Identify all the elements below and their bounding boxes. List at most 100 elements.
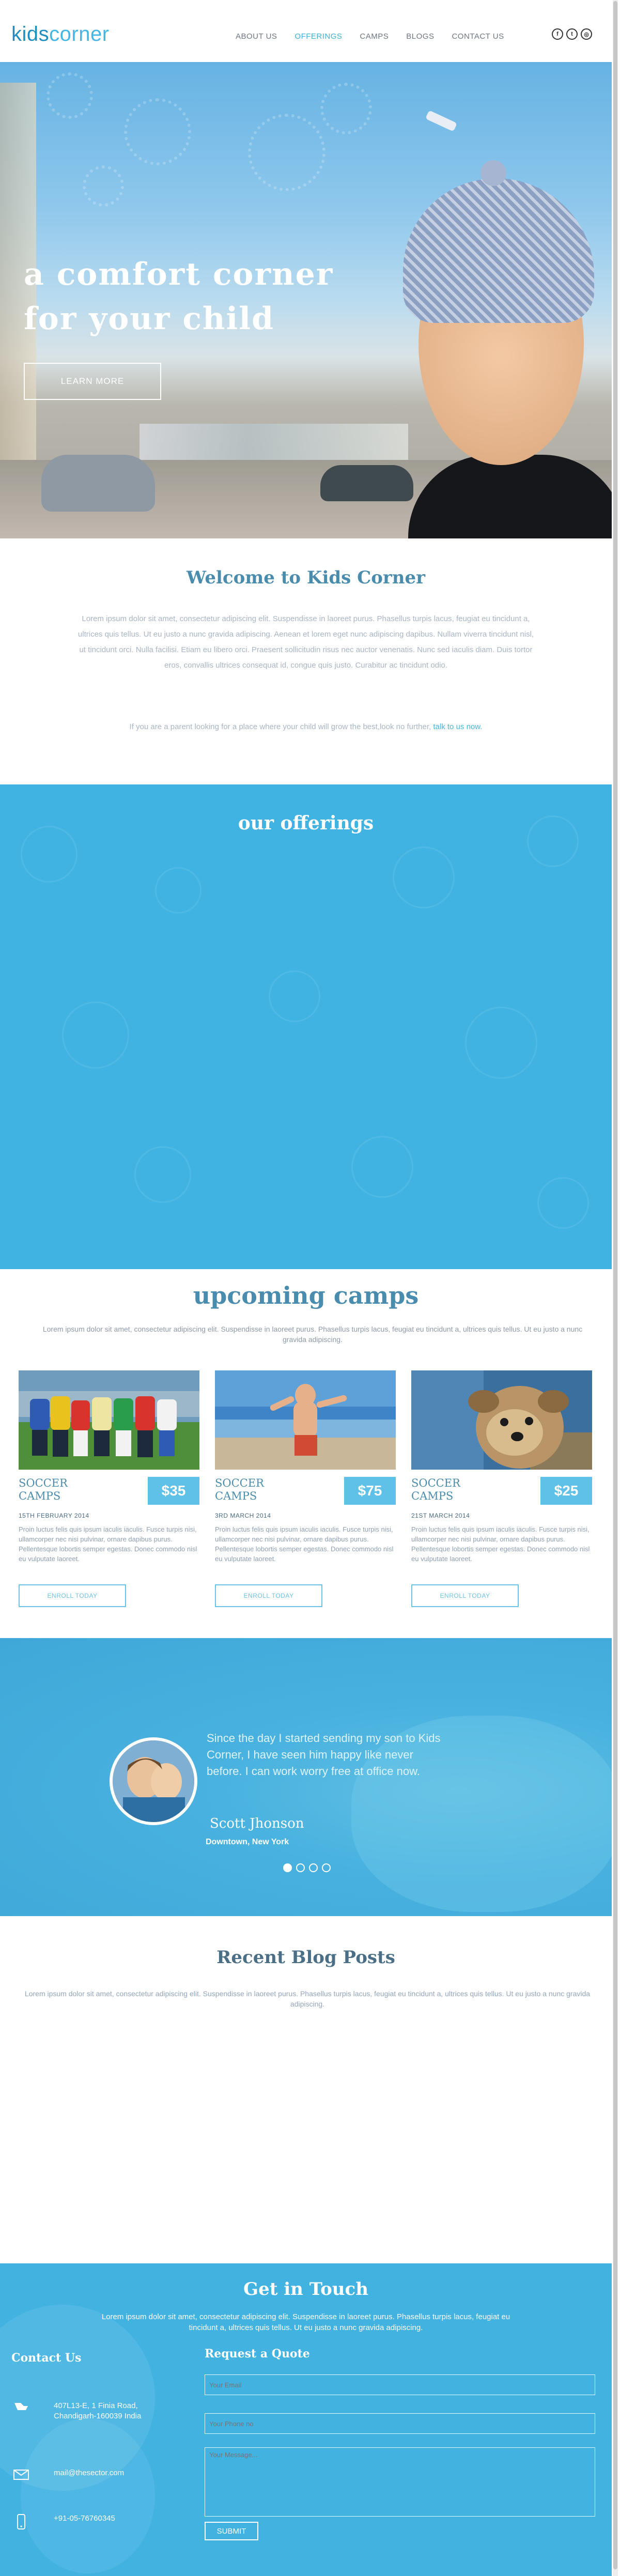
decorative-doodle-icon <box>62 1001 129 1069</box>
decorative-doodle-icon <box>269 970 320 1022</box>
camp-date: 15TH FEBRUARY 2014 <box>19 1512 89 1519</box>
social-links: f t ◎ <box>552 28 592 40</box>
contact-us-heading: Contact Us <box>11 2351 82 2365</box>
decorative-gear-icon <box>320 83 372 134</box>
contact-email: mail@thesector.com <box>11 2468 142 2484</box>
email-text[interactable]: mail@thesector.com <box>54 2468 142 2478</box>
hero-title-line-1: a comfort corner <box>24 256 334 292</box>
camp-card: SOCCER CAMPS $35 15TH FEBRUARY 2014 Proi… <box>19 1370 199 1607</box>
address-text: 407L13-E, 1 Finia Road, Chandigarh-16003… <box>54 2401 142 2420</box>
phone-field[interactable] <box>205 2413 595 2434</box>
decorative-gear-icon <box>47 72 93 119</box>
enroll-today-button[interactable]: ENROLL TODAY <box>215 1584 322 1607</box>
logo-kids-text: kids <box>11 23 50 45</box>
decorative-doodle-icon <box>351 1136 413 1198</box>
decorative-doodle-icon <box>155 867 202 914</box>
nav-blogs[interactable]: BLOGS <box>406 32 434 41</box>
slider-dot[interactable] <box>309 1863 318 1872</box>
blog-title: Recent Blog Posts <box>216 1947 395 1968</box>
contact-address: 407L13-E, 1 Finia Road, Chandigarh-16003… <box>11 2401 142 2421</box>
contact-title: Get in Touch <box>243 2279 368 2300</box>
nav-camps[interactable]: CAMPS <box>360 32 389 41</box>
decorative-doodle-icon <box>21 826 78 883</box>
camp-card: SOCCER CAMPS $75 3RD MARCH 2014 Proin lu… <box>215 1370 396 1607</box>
camp-date: 21ST MARCH 2014 <box>411 1512 470 1519</box>
testimonial-location: Downtown, New York <box>206 1838 289 1846</box>
camp-price-badge: $75 <box>344 1477 396 1505</box>
hero-car <box>41 455 155 512</box>
hero-car <box>320 465 413 501</box>
welcome-text: Lorem ipsum dolor sit amet, consectetur … <box>78 614 534 670</box>
camp-name: SOCCER CAMPS <box>19 1477 68 1502</box>
testimonial-author: Scott Jhonson <box>210 1816 304 1831</box>
hero-street-lamp <box>425 110 457 132</box>
nav-contact-us[interactable]: CONTACT US <box>452 32 504 41</box>
logo-corner-text: corner <box>49 23 110 45</box>
learn-more-button[interactable]: LEARN MORE <box>24 363 161 400</box>
contact-section: Get in Touch Lorem ipsum dolor sit amet,… <box>0 2263 612 2576</box>
camp-image-dog <box>411 1370 592 1470</box>
welcome-cta: If you are a parent looking for a place … <box>0 722 612 731</box>
testimonial-section: Since the day I started sending my son t… <box>0 1638 612 1916</box>
enroll-today-button[interactable]: ENROLL TODAY <box>411 1584 519 1607</box>
submit-button[interactable]: SUBMIT <box>205 2522 258 2540</box>
camps-title: upcoming camps <box>193 1282 419 1309</box>
testimonial-avatar <box>110 1737 197 1825</box>
offerings-section: our offerings <box>0 784 612 1269</box>
nav-about-us[interactable]: ABOUT US <box>236 32 277 41</box>
message-field[interactable] <box>205 2447 595 2517</box>
camp-description: Proin luctus felis quis ipsum iaculis ia… <box>215 1525 394 1563</box>
main-nav: ABOUT US OFFERINGS CAMPS BLOGS CONTACT U… <box>236 32 522 41</box>
site-logo[interactable]: kidscorner <box>11 23 110 46</box>
camp-price-badge: $25 <box>540 1477 592 1505</box>
location-icon <box>11 2401 31 2416</box>
page: kidscorner ABOUT US OFFERINGS CAMPS BLOG… <box>0 0 612 2576</box>
site-header: kidscorner ABOUT US OFFERINGS CAMPS BLOG… <box>0 0 612 62</box>
decorative-doodle-icon <box>393 846 455 908</box>
welcome-cta-text: If you are a parent looking for a place … <box>129 722 431 731</box>
camp-card: SOCCER CAMPS $25 21ST MARCH 2014 Proin l… <box>411 1370 592 1607</box>
blog-subtitle: Lorem ipsum dolor sit amet, consectetur … <box>24 1989 591 2008</box>
camp-image-beach-boy <box>215 1370 396 1470</box>
instagram-icon[interactable]: ◎ <box>581 28 592 40</box>
camp-name: SOCCER CAMPS <box>215 1477 264 1502</box>
decorative-doodle-icon <box>134 1146 191 1203</box>
slider-dot[interactable] <box>283 1863 292 1872</box>
facebook-icon[interactable]: f <box>552 28 563 40</box>
scrollbar-thumb[interactable] <box>613 1 617 2569</box>
camp-price-badge: $35 <box>148 1477 199 1505</box>
talk-to-us-link[interactable]: talk to us now. <box>433 722 482 731</box>
decorative-doodle-icon <box>537 1177 589 1229</box>
camp-name: SOCCER CAMPS <box>411 1477 460 1502</box>
decorative-gear-icon <box>124 98 191 165</box>
twitter-icon[interactable]: t <box>566 28 578 40</box>
camp-description: Proin luctus felis quis ipsum iaculis ia… <box>411 1525 590 1563</box>
page-scrollbar[interactable] <box>613 0 618 2576</box>
testimonial-pagination <box>283 1863 331 1872</box>
hero-title: a comfort corner for your child <box>24 252 385 341</box>
contact-subtitle: Lorem ipsum dolor sit amet, consectetur … <box>101 2312 510 2332</box>
decorative-doodle-icon <box>465 1007 537 1079</box>
nav-offerings[interactable]: OFFERINGS <box>295 32 342 41</box>
hero-banner: a comfort corner for your child LEARN MO… <box>0 62 612 538</box>
decorative-gear-icon <box>83 165 124 207</box>
email-field[interactable] <box>205 2374 595 2395</box>
request-quote-heading: Request a Quote <box>205 2347 310 2361</box>
slider-dot[interactable] <box>296 1863 305 1872</box>
camp-image-soccer-team <box>19 1370 199 1470</box>
camps-subtitle: Lorem ipsum dolor sit amet, consectetur … <box>42 1325 583 1344</box>
slider-dot[interactable] <box>322 1863 331 1872</box>
camp-date: 3RD MARCH 2014 <box>215 1512 271 1519</box>
envelope-icon <box>11 2468 31 2484</box>
offerings-title: our offerings <box>238 812 374 834</box>
phone-text[interactable]: +91-05-76760345 <box>54 2513 142 2524</box>
decorative-gear-icon <box>248 114 326 191</box>
hero-hat-tassel <box>481 160 506 186</box>
welcome-title: Welcome to Kids Corner <box>186 567 426 588</box>
hero-child-hat <box>403 178 594 323</box>
hero-title-line-2: for your child <box>24 301 275 337</box>
enroll-today-button[interactable]: ENROLL TODAY <box>19 1584 126 1607</box>
phone-icon <box>11 2513 31 2529</box>
camp-description: Proin luctus felis quis ipsum iaculis ia… <box>19 1525 197 1563</box>
contact-phone: +91-05-76760345 <box>11 2513 142 2529</box>
